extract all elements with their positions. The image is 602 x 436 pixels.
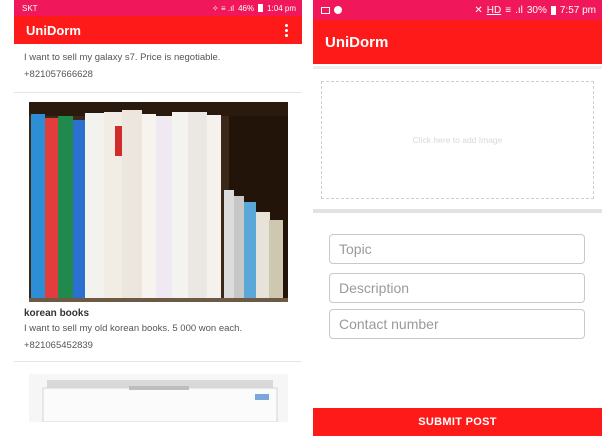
app-bar: UniDorm [313,20,602,64]
status-bar: ✕ HD ≡ .ıl 30% 7:57 pm [313,0,602,20]
wifi-icon: ≡ [505,4,512,16]
app-title: UniDorm [26,22,81,38]
post-card[interactable]: korean books I want to sell my old korea… [24,93,292,361]
post-description: I want to sell my galaxy s7. Price is ne… [24,52,221,63]
status-bar: SKT ✧ ≡ .ıl 46% 1:04 pm [14,0,302,16]
app-title: UniDorm [325,33,389,51]
battery-icon [258,4,264,12]
carrier-label: SKT [22,3,38,13]
clock: 1:04 pm [267,3,296,13]
description-input[interactable] [329,273,585,303]
post-contact: +821065452839 [24,340,93,351]
hd-label: HD [486,4,502,16]
status-icons: ✧ ≡ .ıl 46% 1:04 pm [212,4,296,13]
image-upload-area: Click here to add Image [313,66,602,213]
feed-screen: SKT ✧ ≡ .ıl 46% 1:04 pm UniDorm I want t… [14,0,302,436]
new-post-screen: ✕ HD ≡ .ıl 30% 7:57 pm UniDorm Click her… [313,0,602,436]
battery-level: 46% [238,3,255,13]
signal-icon: .ıl [515,4,523,16]
overflow-menu-icon[interactable] [281,20,292,41]
battery-icon [550,5,556,15]
post-title: korean books [24,308,90,319]
add-image-label: Click here to add Image [412,135,503,145]
submit-post-button[interactable]: SUBMIT POST [313,408,602,436]
battery-level: 30% [526,4,547,16]
post-contact: +821057666628 [24,69,93,80]
app-bar: UniDorm [14,16,302,44]
contact-number-input[interactable] [329,309,585,339]
post-card[interactable] [24,362,292,422]
mute-icon: ✕ [474,4,483,16]
gallery-icon [321,6,330,14]
topic-input[interactable] [329,234,585,264]
post-description: I want to sell my old korean books. 5 00… [24,323,243,334]
send-icon [334,6,342,14]
add-image-button[interactable]: Click here to add Image [321,81,594,199]
korean-books-image [28,102,288,302]
clock: 7:57 pm [559,4,596,16]
freezer-image [28,374,288,422]
status-icons: ✕ HD ≡ .ıl 30% 7:57 pm [474,5,596,16]
post-card[interactable]: I want to sell my galaxy s7. Price is ne… [24,44,292,92]
signal-icons: ✧ ≡ .ıl [212,3,235,13]
notification-icons [321,6,342,14]
